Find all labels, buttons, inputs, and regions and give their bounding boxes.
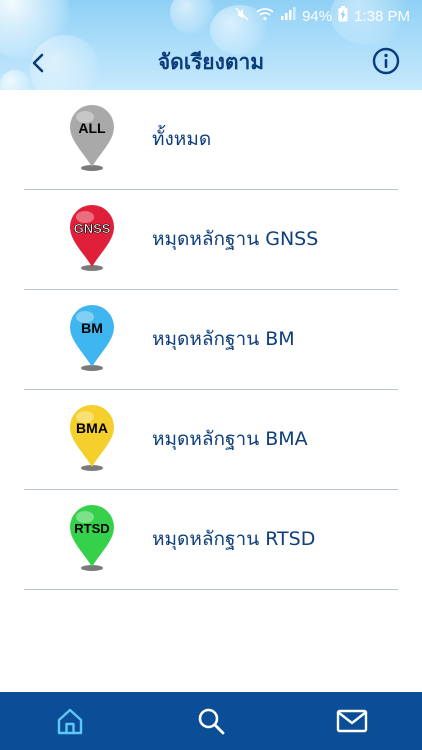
filter-list: ALL ทั้งหมด GNSS หมุดหลักฐาน GNSS BM หมุ… bbox=[0, 90, 422, 590]
pin-all-icon: ALL bbox=[70, 105, 114, 171]
filter-label: หมุดหลักฐาน BMA bbox=[152, 428, 308, 450]
pin-rtsd-icon: RTSD bbox=[70, 505, 114, 571]
header-bar: 94% 1:38 PM จัดเรียงตาม bbox=[0, 0, 422, 90]
status-bar: 94% 1:38 PM bbox=[234, 6, 410, 26]
signal-icon bbox=[280, 7, 296, 25]
battery-percent: 94% bbox=[302, 7, 333, 25]
pin-bma-icon: BMA bbox=[70, 405, 114, 471]
filter-item-rtsd[interactable]: RTSD หมุดหลักฐาน RTSD bbox=[24, 490, 398, 590]
home-icon bbox=[58, 708, 83, 735]
info-button[interactable] bbox=[372, 47, 400, 75]
filter-item-gnss[interactable]: GNSS หมุดหลักฐาน GNSS bbox=[24, 190, 398, 290]
status-time: 1:38 PM bbox=[354, 7, 410, 25]
pin-gnss-icon: GNSS bbox=[70, 205, 114, 271]
pin-label: GNSS bbox=[74, 221, 111, 236]
pin-bm-icon: BM bbox=[70, 305, 114, 371]
battery-charging-icon bbox=[338, 6, 348, 26]
mute-icon bbox=[234, 6, 250, 26]
pin-label: RTSD bbox=[74, 521, 109, 536]
search-icon bbox=[198, 708, 225, 735]
pin-label: BMA bbox=[76, 420, 108, 436]
filter-label: หมุดหลักฐาน RTSD bbox=[152, 528, 316, 550]
bottom-tab-bar bbox=[0, 692, 422, 750]
wifi-icon bbox=[256, 7, 274, 25]
filter-label: หมุดหลักฐาน BM bbox=[152, 328, 295, 350]
tab-home[interactable] bbox=[50, 701, 90, 741]
tab-search[interactable] bbox=[191, 701, 231, 741]
filter-item-bm[interactable]: BM หมุดหลักฐาน BM bbox=[24, 290, 398, 390]
pin-label: BM bbox=[81, 320, 103, 336]
tab-mail[interactable] bbox=[332, 701, 372, 741]
info-icon bbox=[372, 47, 400, 75]
filter-item-bma[interactable]: BMA หมุดหลักฐาน BMA bbox=[24, 390, 398, 490]
filter-label: ทั้งหมด bbox=[152, 128, 212, 150]
filter-label: หมุดหลักฐาน GNSS bbox=[152, 228, 319, 250]
filter-item-all[interactable]: ALL ทั้งหมด bbox=[24, 90, 398, 190]
pin-label: ALL bbox=[78, 120, 106, 136]
page-title: จัดเรียงตาม bbox=[157, 50, 265, 74]
mail-icon bbox=[336, 709, 367, 733]
